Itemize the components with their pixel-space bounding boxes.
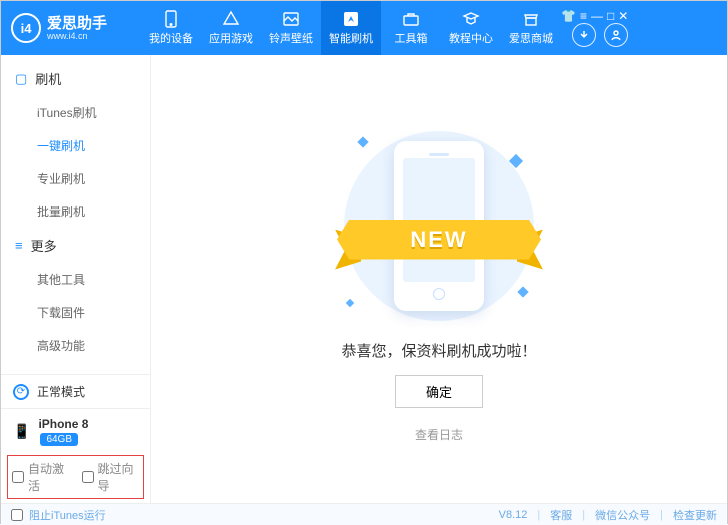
download-button[interactable] bbox=[572, 23, 596, 47]
app-site: www.i4.cn bbox=[47, 31, 107, 41]
flash-icon bbox=[342, 10, 360, 28]
device-mode-row[interactable]: ⟳ 正常模式 bbox=[1, 375, 150, 409]
sidebar-item-download-firmware[interactable]: 下载固件 bbox=[1, 296, 150, 329]
menu-icon[interactable]: ≡ bbox=[580, 9, 587, 23]
sidebar-item-pro-flash[interactable]: 专业刷机 bbox=[1, 162, 150, 195]
support-link[interactable]: 客服 bbox=[550, 507, 572, 523]
new-ribbon: NEW bbox=[337, 220, 541, 260]
user-button[interactable] bbox=[604, 23, 628, 47]
sidebar-group-more[interactable]: ≡ 更多 bbox=[1, 228, 150, 263]
view-log-link[interactable]: 查看日志 bbox=[415, 426, 463, 443]
sidebar-group-flash[interactable]: ▢ 刷机 bbox=[1, 61, 150, 96]
maximize-icon[interactable]: □ bbox=[607, 9, 614, 23]
check-update-link[interactable]: 检查更新 bbox=[673, 507, 717, 523]
nav-flash[interactable]: 智能刷机 bbox=[321, 1, 381, 55]
device-row[interactable]: 📱 iPhone 8 64GB bbox=[1, 409, 150, 453]
version-label: V8.12 bbox=[499, 509, 528, 521]
nav-tutorials[interactable]: 教程中心 bbox=[441, 1, 501, 55]
top-nav: 我的设备 应用游戏 铃声壁纸 智能刷机 工具箱 教程中心 爱思商城 bbox=[141, 1, 561, 55]
wechat-link[interactable]: 微信公众号 bbox=[595, 507, 650, 523]
apps-icon bbox=[222, 10, 240, 28]
nav-ringtones[interactable]: 铃声壁纸 bbox=[261, 1, 321, 55]
phone-icon bbox=[162, 10, 180, 28]
nav-my-device[interactable]: 我的设备 bbox=[141, 1, 201, 55]
success-message: 恭喜您，保资料刷机成功啦！ bbox=[341, 340, 536, 361]
window-controls: 👕 ≡ — □ ✕ bbox=[561, 9, 630, 23]
nav-store[interactable]: 爱思商城 bbox=[501, 1, 561, 55]
app-name: 爱思助手 bbox=[47, 16, 107, 31]
skip-guide-checkbox[interactable]: 跳过向导 bbox=[82, 460, 140, 494]
device-phone-icon: 📱 bbox=[13, 423, 30, 440]
main-panel: NEW 恭喜您，保资料刷机成功啦！ 确定 查看日志 bbox=[151, 55, 727, 503]
minimize-icon[interactable]: — bbox=[591, 9, 603, 23]
toolbox-icon bbox=[402, 10, 420, 28]
options-highlight: 自动激活 跳过向导 bbox=[7, 455, 144, 499]
device-name: iPhone 8 bbox=[38, 417, 88, 431]
sidebar-item-batch-flash[interactable]: 批量刷机 bbox=[1, 195, 150, 228]
sidebar-item-other-tools[interactable]: 其他工具 bbox=[1, 263, 150, 296]
nav-apps[interactable]: 应用游戏 bbox=[201, 1, 261, 55]
block-itunes-checkbox[interactable]: 阻止iTunes运行 bbox=[11, 507, 106, 523]
wallpaper-icon bbox=[282, 10, 300, 28]
sidebar-item-itunes-flash[interactable]: iTunes刷机 bbox=[1, 96, 150, 129]
auto-activate-checkbox[interactable]: 自动激活 bbox=[12, 460, 70, 494]
tutorial-icon bbox=[462, 10, 480, 28]
status-bar: 阻止iTunes运行 V8.12 | 客服 | 微信公众号 | 检查更新 bbox=[1, 503, 727, 525]
title-bar: i4 爱思助手 www.i4.cn 我的设备 应用游戏 铃声壁纸 智能刷机 工具… bbox=[1, 1, 727, 55]
storage-badge: 64GB bbox=[40, 433, 78, 446]
refresh-icon: ⟳ bbox=[13, 384, 29, 400]
logo-icon: i4 bbox=[11, 13, 41, 43]
close-icon[interactable]: ✕ bbox=[618, 9, 628, 23]
sidebar-item-oneclick-flash[interactable]: 一键刷机 bbox=[1, 129, 150, 162]
success-illustration: NEW bbox=[329, 126, 549, 326]
shirt-icon[interactable]: 👕 bbox=[561, 9, 576, 23]
phone-outline-icon: ▢ bbox=[15, 71, 27, 87]
app-logo: i4 爱思助手 www.i4.cn bbox=[11, 13, 141, 43]
ok-button[interactable]: 确定 bbox=[395, 375, 483, 408]
nav-toolbox[interactable]: 工具箱 bbox=[381, 1, 441, 55]
store-icon bbox=[522, 10, 540, 28]
sidebar-item-advanced[interactable]: 高级功能 bbox=[1, 329, 150, 362]
sidebar: ▢ 刷机 iTunes刷机 一键刷机 专业刷机 批量刷机 ≡ 更多 其他工具 下… bbox=[1, 55, 151, 503]
list-icon: ≡ bbox=[15, 238, 23, 253]
